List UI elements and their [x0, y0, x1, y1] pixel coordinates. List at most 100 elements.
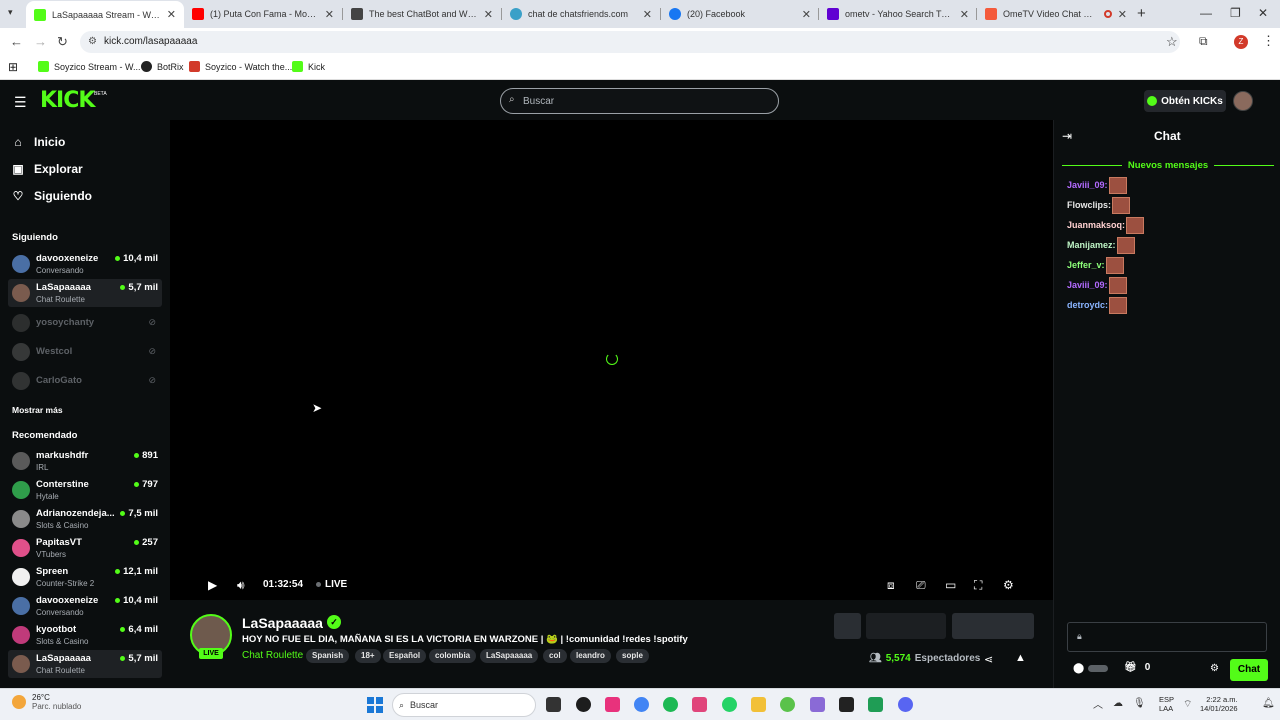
task-view-icon[interactable] — [546, 697, 561, 712]
channel-name[interactable]: LaSapaaaaa — [242, 615, 323, 631]
language-indicator[interactable]: ESP LAA — [1159, 695, 1174, 713]
bookmark-botrix[interactable]: BotRix — [141, 61, 184, 72]
chat-message[interactable]: Jeffer_v: — [1067, 256, 1124, 274]
stream-tag[interactable]: LaSapaaaaa — [480, 649, 539, 663]
get-kicks-button[interactable]: Obtén KICKs — [1144, 90, 1226, 112]
offline-channel[interactable]: yosoychanty ⊘ — [8, 309, 162, 337]
fullscreen-icon[interactable]: ⛶ — [974, 578, 982, 593]
obs-icon[interactable] — [576, 697, 591, 712]
theater-mode-icon[interactable]: ▭ — [945, 578, 956, 592]
discord-icon[interactable] — [898, 697, 913, 712]
recommended-channel[interactable]: kyootbot Slots & Casino 6,4 mil — [8, 621, 162, 649]
reload-icon[interactable]: ↻ — [57, 34, 68, 50]
tab-facebook[interactable]: (20) Facebook ✕ — [661, 3, 819, 25]
settings-icon[interactable]: ⚙ — [1003, 578, 1014, 592]
chat-username[interactable]: Javiii_09: — [1067, 180, 1108, 190]
share-icon[interactable]: ⋖ — [984, 653, 993, 666]
nav-inicio[interactable]: ⌂ Inicio — [12, 135, 65, 149]
recommended-channel[interactable]: Conterstine Hytale 797 — [8, 476, 162, 504]
bookmark-kick[interactable]: Kick — [292, 61, 325, 72]
tab-youtube[interactable]: (1) Puta Con Fama - Mosta Ma ✕ — [184, 3, 342, 25]
stream-tag[interactable]: col — [543, 649, 567, 663]
collapse-chat-icon[interactable]: ⇥ — [1062, 129, 1072, 143]
terminal-icon[interactable] — [839, 697, 854, 712]
clip-icon[interactable]: ⎚ — [916, 578, 926, 593]
game-icon[interactable] — [810, 697, 825, 712]
chat-username[interactable]: Manijamez: — [1067, 240, 1116, 250]
tab-yahoo[interactable]: ometv - Yahoo Search Tus resu ✕ — [819, 3, 977, 25]
placeholder-button[interactable] — [834, 613, 861, 639]
bookmark-soyzico-stream[interactable]: Soyzico Stream - W... — [38, 61, 141, 72]
stream-tag[interactable]: sople — [616, 649, 649, 663]
live-indicator[interactable]: LIVE — [316, 579, 347, 590]
typing-app-icon[interactable] — [692, 697, 707, 712]
volume-icon[interactable]: 🔊︎ — [237, 578, 245, 593]
network-icon[interactable]: ⌔ — [1183, 698, 1192, 711]
chat-message[interactable]: Javiii_09: — [1067, 276, 1127, 294]
channel-points[interactable]: ⬤ — [1073, 663, 1109, 674]
tab-search-icon[interactable]: ▾ — [8, 7, 20, 19]
new-messages-divider[interactable]: Nuevos mensajes — [1062, 159, 1275, 171]
forward-icon[interactable]: → — [34, 34, 47, 49]
url-input[interactable]: kick.com/lasapaaaaa — [80, 31, 1180, 53]
profile-avatar[interactable]: Z — [1234, 35, 1248, 49]
stream-tag[interactable]: Spanish — [306, 649, 350, 663]
taskbar-search[interactable]: ⌕ Buscar — [392, 693, 536, 717]
chat-username[interactable]: Javiii_09: — [1067, 280, 1108, 290]
following-channel-selected[interactable]: LaSapaaaaa Chat Roulette 5,7 mil — [8, 279, 162, 307]
onedrive-icon[interactable]: ☁ — [1113, 698, 1123, 709]
kick-logo[interactable]: KICK — [40, 88, 95, 113]
tab-chatbot[interactable]: The best ChatBot and Widgets ✕ — [343, 3, 501, 25]
recommended-channel[interactable]: Adrianozendeja... Slots & Casino 7,5 mil — [8, 505, 162, 533]
close-tab-icon[interactable]: ✕ — [1118, 8, 1127, 21]
stream-tag[interactable]: leandro — [570, 649, 611, 663]
following-channel[interactable]: davooxeneize Conversando 10,4 mil — [8, 250, 162, 278]
menu-icon[interactable]: ⋮ — [1262, 33, 1275, 49]
offline-channel[interactable]: Westcol ⊘ — [8, 338, 162, 366]
tab-ometv[interactable]: OmeTV Video Chat — Ome ✕ — [977, 3, 1135, 25]
close-tab-icon[interactable]: ✕ — [167, 8, 176, 21]
recommended-channel[interactable]: LaSapaaaaa Chat Roulette 5,7 mil — [8, 650, 162, 678]
placeholder-button[interactable] — [866, 613, 946, 639]
notifications-icon[interactable]: 🔔︎ — [1262, 698, 1275, 709]
chat-username[interactable]: Flowclips: — [1067, 200, 1111, 210]
file-explorer-icon[interactable] — [751, 697, 766, 712]
user-avatar[interactable] — [1233, 91, 1253, 111]
close-tab-icon[interactable]: ✕ — [802, 8, 811, 21]
chrome-icon[interactable] — [634, 697, 649, 712]
recommended-channel[interactable]: Spreen Counter-Strike 2 12,1 mil — [8, 563, 162, 591]
close-tab-icon[interactable]: ✕ — [643, 8, 652, 21]
bookmark-soyzico-watch[interactable]: Soyzico - Watch the... — [189, 61, 292, 72]
apps-grid-icon[interactable]: ⊞ — [8, 60, 18, 74]
search-input[interactable]: ⌕ Buscar — [500, 88, 779, 114]
chat-message[interactable]: Javiii_09: — [1067, 176, 1127, 194]
site-info-icon[interactable]: ⚙ — [88, 36, 97, 47]
stream-tag[interactable]: Español — [383, 649, 427, 663]
close-tab-icon[interactable]: ✕ — [960, 8, 969, 21]
play-icon[interactable]: ▶ — [208, 578, 217, 592]
close-tab-icon[interactable]: ✕ — [325, 8, 334, 21]
clock[interactable]: 2:22 a.m. 14/01/2026 — [1200, 695, 1238, 713]
show-more-link[interactable]: Mostrar más — [12, 405, 63, 415]
miniplayer-icon[interactable]: ⧈ — [887, 578, 895, 593]
report-icon[interactable]: ▲ — [1015, 652, 1026, 664]
offline-channel[interactable]: CarloGato ⊘ — [8, 367, 162, 395]
bookmark-star-icon[interactable]: ☆ — [1166, 34, 1178, 50]
hamburger-menu-icon[interactable]: ☰ — [14, 94, 27, 111]
send-chat-button[interactable]: Chat — [1230, 659, 1268, 681]
restore-icon[interactable]: ❐ — [1230, 6, 1241, 20]
extensions-icon[interactable]: ⧉ — [1199, 34, 1208, 49]
spotify-icon[interactable] — [663, 697, 678, 712]
chat-message[interactable]: Flowclips: — [1067, 196, 1131, 214]
recommended-channel[interactable]: PapitasVT VTubers 257 — [8, 534, 162, 562]
minimize-icon[interactable]: — — [1200, 6, 1212, 20]
back-icon[interactable]: ← — [10, 34, 23, 49]
start-button[interactable] — [367, 697, 383, 713]
tray-chevron-icon[interactable]: ︿ — [1093, 696, 1103, 711]
stream-category-link[interactable]: Chat Roulette — [242, 650, 303, 661]
chat-username[interactable]: detroydc: — [1067, 300, 1108, 310]
tab-kick[interactable]: LaSapaaaaa Stream - Watch Liv ✕ — [26, 1, 184, 28]
chat-message[interactable]: Juanmaksoq: — [1067, 216, 1145, 234]
xbox-icon[interactable] — [780, 697, 795, 712]
excel-icon[interactable] — [868, 697, 883, 712]
